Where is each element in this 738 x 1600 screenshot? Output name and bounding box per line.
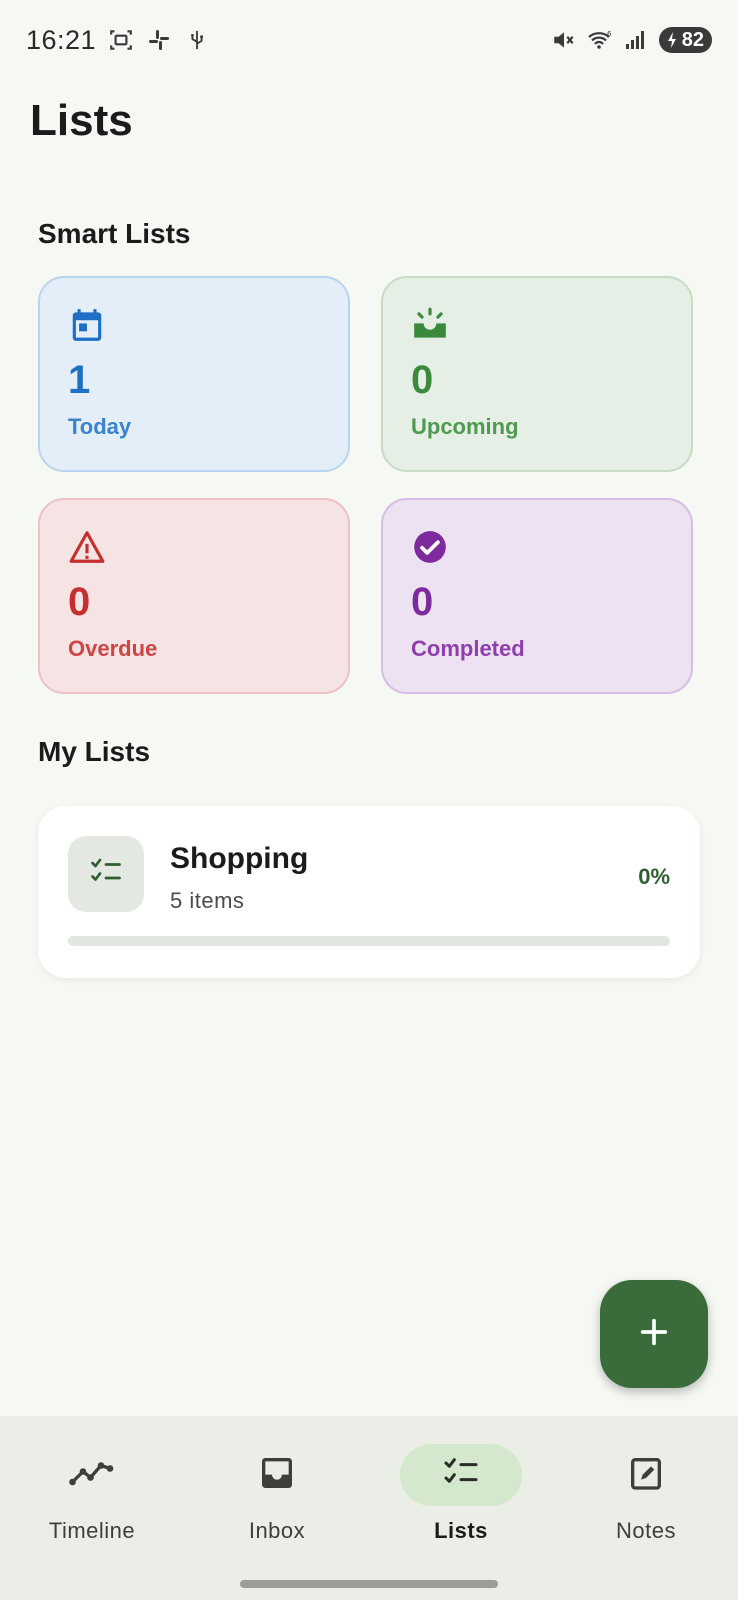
status-right: 6 82	[551, 27, 712, 53]
status-left: 16:21	[26, 25, 210, 56]
status-bar: 16:21 6 82	[0, 0, 738, 80]
list-progress-bar	[68, 936, 670, 946]
list-item-shopping[interactable]: Shopping 5 items 0%	[38, 806, 700, 978]
upcoming-label: Upcoming	[411, 414, 519, 439]
svg-text:6: 6	[607, 30, 612, 38]
battery-icon: 82	[658, 27, 712, 53]
signal-icon	[623, 27, 649, 53]
smart-list-completed[interactable]: 0 Completed	[381, 498, 693, 694]
nav-label: Timeline	[48, 1518, 136, 1543]
inbox-icon	[257, 1453, 297, 1498]
status-time: 16:21	[26, 24, 97, 55]
notes-icon	[626, 1453, 666, 1498]
smart-list-upcoming[interactable]: 0 Upcoming	[381, 276, 693, 472]
add-list-button[interactable]	[600, 1280, 708, 1388]
calendar-icon	[68, 306, 106, 344]
screenshot-icon	[108, 27, 134, 53]
slack-icon	[146, 27, 172, 53]
usb-icon	[184, 27, 210, 53]
warning-icon	[68, 528, 106, 566]
list-percent: 0%	[638, 864, 670, 889]
check-circle-icon	[411, 528, 449, 566]
nav-item-notes[interactable]: Notes	[571, 1444, 721, 1554]
list-item-count: 5 items	[170, 888, 245, 913]
bottom-nav: Timeline Inbox Lists Notes	[0, 1416, 738, 1600]
nav-pill	[31, 1444, 153, 1506]
today-label: Today	[68, 414, 132, 439]
sunrise-icon	[411, 306, 449, 344]
nav-item-lists[interactable]: Lists	[386, 1444, 536, 1554]
wifi-icon: 6	[587, 27, 613, 53]
mute-icon	[551, 27, 577, 53]
overdue-label: Overdue	[68, 636, 158, 661]
list-icon-box	[68, 836, 144, 912]
completed-count: 0	[411, 580, 434, 624]
battery-level: 82	[681, 28, 704, 51]
checklist-icon	[88, 854, 124, 895]
nav-pill	[400, 1444, 522, 1506]
upcoming-count: 0	[411, 358, 434, 402]
home-indicator[interactable]	[240, 1580, 498, 1588]
checklist-icon	[441, 1453, 481, 1498]
timeline-icon	[69, 1458, 115, 1493]
smart-list-overdue[interactable]: 0 Overdue	[38, 498, 350, 694]
overdue-count: 0	[68, 580, 91, 624]
nav-label: Notes	[616, 1518, 676, 1543]
nav-item-inbox[interactable]: Inbox	[202, 1444, 352, 1554]
nav-label: Lists	[434, 1518, 488, 1543]
smart-list-today[interactable]: 1 Today	[38, 276, 350, 472]
completed-label: Completed	[411, 636, 525, 661]
nav-pill	[216, 1444, 338, 1506]
my-lists-title: My Lists	[38, 736, 151, 767]
page-title: Lists	[30, 96, 133, 145]
nav-item-timeline[interactable]: Timeline	[17, 1444, 167, 1554]
plus-icon	[637, 1315, 671, 1354]
nav-pill	[585, 1444, 707, 1506]
nav-label: Inbox	[248, 1518, 306, 1543]
today-count: 1	[68, 358, 91, 402]
smart-lists-title: Smart Lists	[38, 218, 191, 249]
list-name: Shopping	[170, 842, 309, 875]
